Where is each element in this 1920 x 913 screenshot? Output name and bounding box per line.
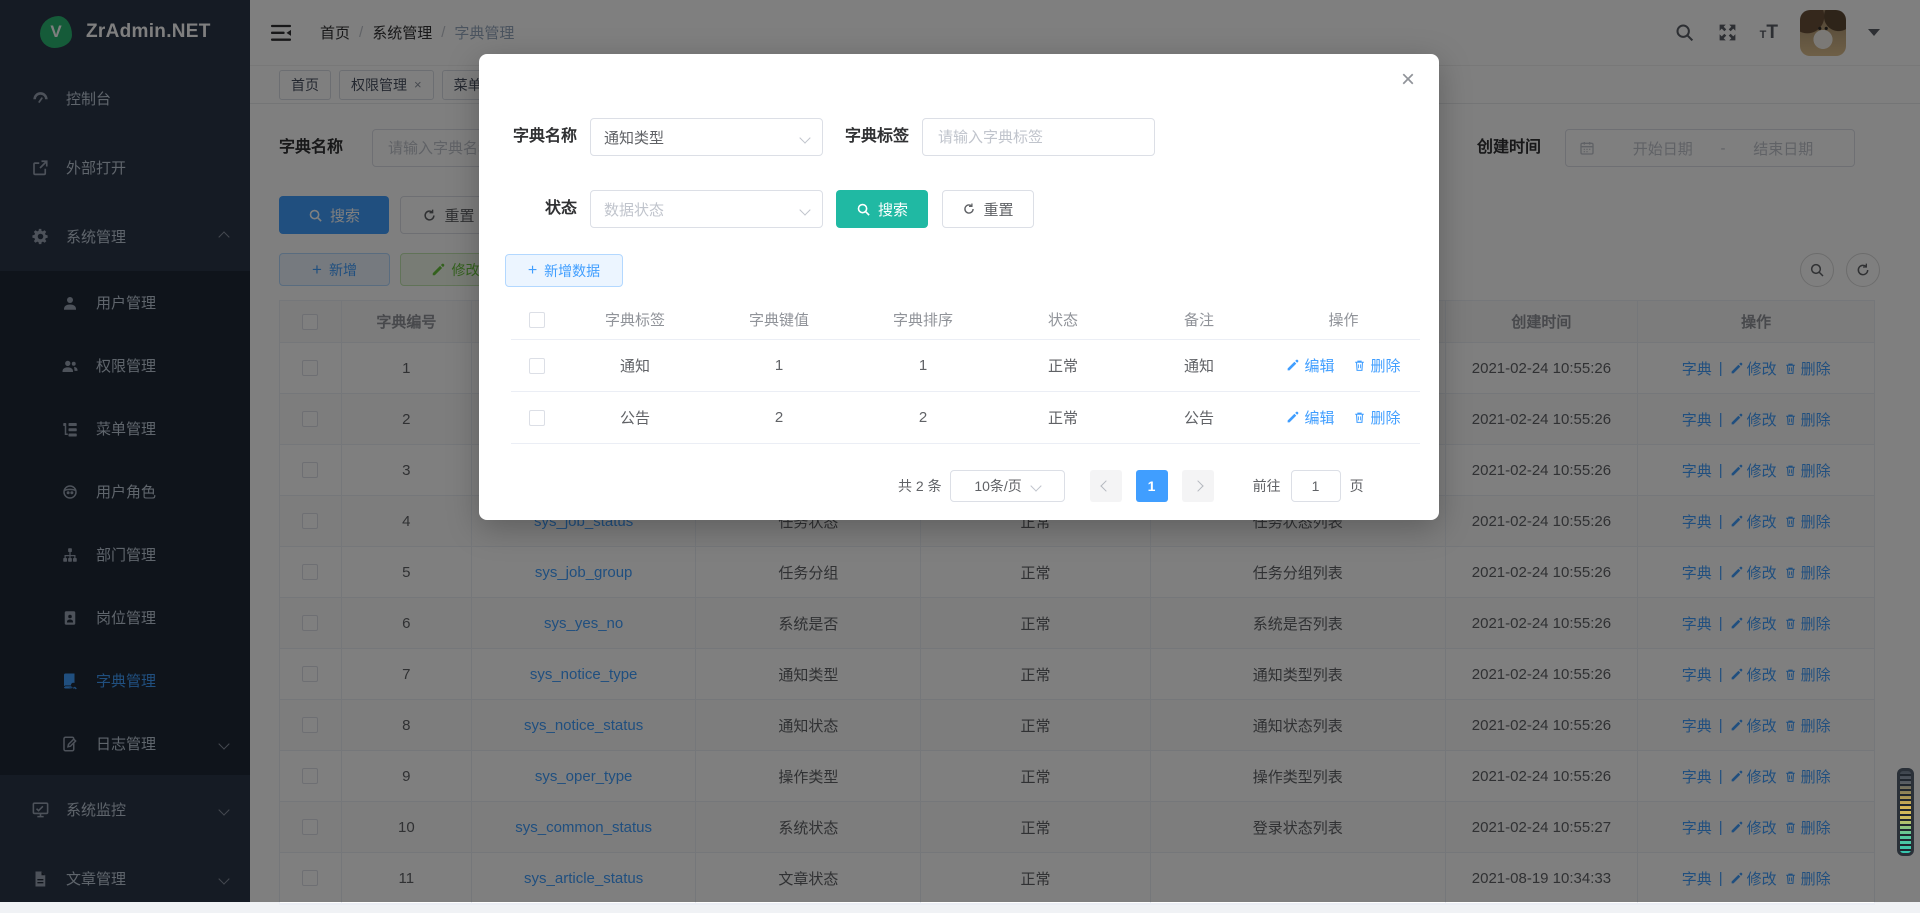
dict-name-select-value: 通知类型 <box>604 127 664 148</box>
dict-tag-label: 字典标签 <box>837 118 909 156</box>
trash-icon <box>1353 359 1366 372</box>
select-all-checkbox-cell <box>511 312 563 328</box>
dict-value-cell: 1 <box>707 357 851 374</box>
dict-name-select[interactable]: 通知类型 <box>590 118 823 156</box>
dict-tag-input-field[interactable] <box>936 128 1141 147</box>
page-unit-label: 页 <box>1350 476 1364 496</box>
dict-sort-cell: 2 <box>851 409 995 426</box>
dict-label-cell: 通知 <box>563 355 707 376</box>
page-size-select[interactable]: 10条/页 <box>950 470 1065 502</box>
modal-search-button[interactable]: 搜索 <box>836 190 928 228</box>
dict-tag-input[interactable] <box>922 118 1155 156</box>
row-actions-cell: 编辑 删除 <box>1267 355 1420 376</box>
dict-data-dialog: × 字典名称 通知类型 字典标签 状态 数据状态 搜索 重置 + 新增数据 字典… <box>479 54 1439 520</box>
edit-action-link[interactable]: 编辑 <box>1286 355 1334 376</box>
plus-icon: + <box>528 263 537 279</box>
dict-data-table: 字典标签 字典键值 字典排序 状态 备注 操作 通知 1 1 正常 通知 <box>511 300 1420 444</box>
select-all-checkbox[interactable] <box>529 312 545 328</box>
row-checkbox-cell <box>511 410 563 426</box>
table-row: 公告 2 2 正常 公告 编辑 删除 <box>511 392 1420 444</box>
column-header: 字典键值 <box>707 309 851 330</box>
modal-search-button-label: 搜索 <box>878 199 908 220</box>
prev-page-button[interactable] <box>1090 470 1122 502</box>
pagination: 共 2 条 10条/页 1 前往 页 <box>898 470 1364 502</box>
row-actions-cell: 编辑 删除 <box>1267 407 1420 428</box>
table-row: 通知 1 1 正常 通知 编辑 删除 <box>511 340 1420 392</box>
pencil-icon <box>1286 411 1299 424</box>
column-header: 字典排序 <box>851 309 995 330</box>
pagination-total: 共 2 条 <box>898 476 942 496</box>
refresh-icon <box>962 202 976 216</box>
goto-label: 前往 <box>1253 476 1281 496</box>
dict-data-table-header: 字典标签 字典键值 字典排序 状态 备注 操作 <box>511 300 1420 340</box>
status-cell: 正常 <box>995 355 1131 376</box>
trash-icon <box>1353 411 1366 424</box>
remark-cell: 公告 <box>1131 407 1267 428</box>
goto-page-input[interactable] <box>1291 470 1341 502</box>
dict-name-label: 字典名称 <box>505 118 577 156</box>
edit-action-link[interactable]: 编辑 <box>1286 407 1334 428</box>
column-header: 备注 <box>1131 309 1267 330</box>
dict-data-table-body: 通知 1 1 正常 通知 编辑 删除 <box>511 340 1420 444</box>
chevron-down-icon <box>801 201 809 218</box>
page-number-button[interactable]: 1 <box>1136 470 1168 502</box>
column-header: 状态 <box>995 309 1131 330</box>
dict-sort-cell: 1 <box>851 357 995 374</box>
column-header: 操作 <box>1267 309 1420 330</box>
scrollbar-minimap-thumb[interactable] <box>1897 768 1914 856</box>
modal-reset-button-label: 重置 <box>983 199 1013 220</box>
status-select-placeholder: 数据状态 <box>604 199 664 220</box>
column-header: 字典标签 <box>563 309 707 330</box>
dict-label-cell: 公告 <box>563 407 707 428</box>
page-size-value: 10条/页 <box>974 476 1021 496</box>
search-icon <box>856 202 871 217</box>
add-data-button-label: 新增数据 <box>544 261 600 281</box>
modal-reset-button[interactable]: 重置 <box>942 190 1034 228</box>
remark-cell: 通知 <box>1131 355 1267 376</box>
status-cell: 正常 <box>995 407 1131 428</box>
row-checkbox[interactable] <box>529 410 545 426</box>
status-select[interactable]: 数据状态 <box>590 190 823 228</box>
dialog-close-icon[interactable]: × <box>1401 68 1415 92</box>
pencil-icon <box>1286 359 1299 372</box>
row-checkbox-cell <box>511 358 563 374</box>
status-label: 状态 <box>505 190 577 228</box>
next-page-button[interactable] <box>1182 470 1214 502</box>
chevron-down-icon <box>801 129 809 146</box>
delete-action-link[interactable]: 删除 <box>1353 355 1401 376</box>
chevron-down-icon <box>1030 480 1041 491</box>
add-data-button[interactable]: + 新增数据 <box>505 254 623 287</box>
delete-action-link[interactable]: 删除 <box>1353 407 1401 428</box>
row-checkbox[interactable] <box>529 358 545 374</box>
dict-value-cell: 2 <box>707 409 851 426</box>
